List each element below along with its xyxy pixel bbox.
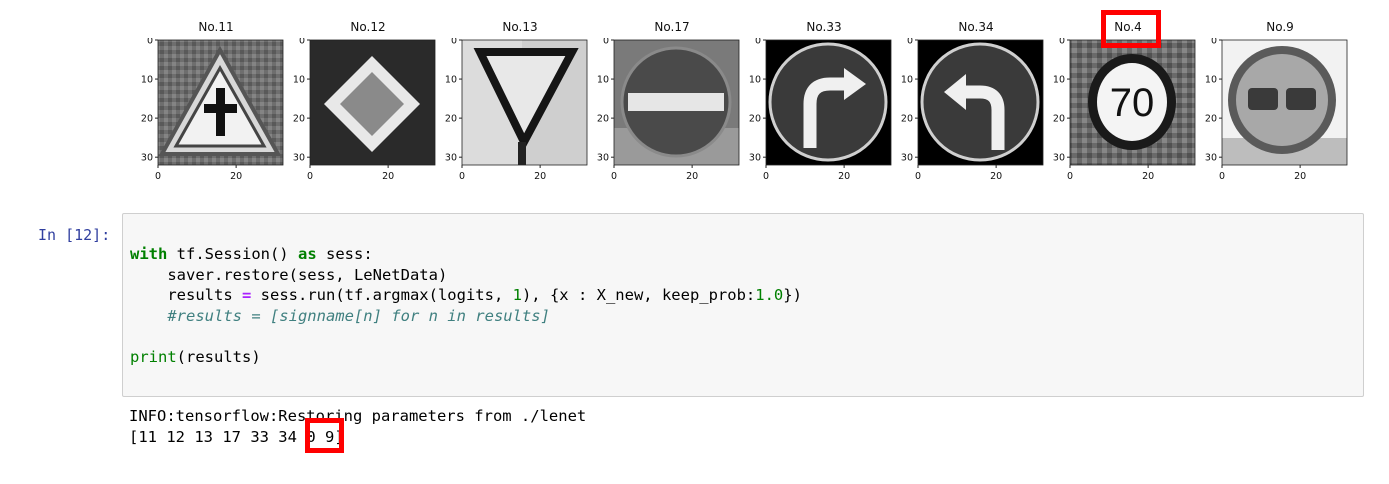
y-tick-label: 0 [603, 38, 609, 47]
x-tick-label: 20 [382, 171, 394, 182]
x-tick-label: 20 [990, 171, 1002, 182]
x-tick-label: 0 [915, 171, 921, 182]
y-tick-label: 0 [1211, 38, 1217, 47]
y-tick-label: 20 [597, 114, 609, 125]
code-line: saver.restore(sess, LeNetData) [130, 265, 448, 284]
y-tick-label: 10 [445, 75, 457, 86]
y-tick-label: 20 [901, 114, 913, 125]
y-tick-label: 30 [1205, 153, 1217, 164]
cell-prompt: In [12]: [38, 226, 111, 244]
x-tick-label: 0 [459, 171, 465, 182]
y-tick-label: 20 [1053, 114, 1065, 125]
y-tick-label: 20 [445, 114, 457, 125]
y-tick-label: 30 [141, 153, 153, 164]
sign-plot: 01020300 20 [1205, 38, 1348, 182]
y-tick-label: 0 [451, 38, 457, 47]
x-tick-label: 20 [838, 171, 850, 182]
y-tick-label: 10 [1205, 75, 1217, 86]
builtin: print [130, 347, 177, 366]
x-tick-label: 0 [1219, 171, 1225, 182]
y-tick-label: 0 [299, 38, 305, 47]
panel-title: No.13 [502, 20, 538, 34]
sign-plot: 01020300 20 [749, 38, 892, 182]
y-tick-label: 10 [597, 75, 609, 86]
x-tick-label: 0 [1067, 171, 1073, 182]
speed-limit-label: 70 [1110, 81, 1155, 125]
y-tick-label: 30 [597, 153, 609, 164]
y-tick-label: 30 [901, 153, 913, 164]
panel-title: No.34 [958, 20, 994, 34]
y-tick-label: 20 [749, 114, 761, 125]
panel-title: No.33 [806, 20, 842, 34]
title-highlight-box [1101, 10, 1161, 48]
panel-no34: No.34 0 10 20 30 0 20 [900, 0, 1052, 190]
y-tick-label: 10 [293, 75, 305, 86]
panel-title: No.12 [350, 20, 386, 34]
y-tick-label: 30 [293, 153, 305, 164]
x-tick-label: 0 [611, 171, 617, 182]
code-comment: #results = [signname[n] for n in results… [130, 306, 550, 325]
panel-no11: No.11 0 10 20 30 0 20 [140, 0, 292, 190]
y-tick-label: 20 [141, 114, 153, 125]
y-tick-label: 0 [147, 38, 153, 47]
x-tick-label: 0 [307, 171, 313, 182]
y-tick-label: 10 [749, 75, 761, 86]
panel-no12: No.12 0 10 20 30 0 20 [292, 0, 444, 190]
x-tick-label: 0 [763, 171, 769, 182]
cell-output: INFO:tensorflow:Restoring parameters fro… [129, 407, 587, 446]
sign-plot: 70 01020300 20 [1053, 38, 1196, 182]
panel-no13: No.13 0 10 20 30 0 20 [444, 0, 596, 190]
panel-title: No.11 [198, 20, 234, 34]
x-tick-label: 20 [230, 171, 242, 182]
keyword: with [130, 245, 168, 263]
code-cell[interactable]: with tf.Session() as sess: saver.restore… [122, 213, 1364, 397]
sign-plot: 01020300 20 [597, 38, 740, 182]
x-tick-label: 20 [534, 171, 546, 182]
sign-plot: 01020300 20 [445, 38, 588, 182]
x-tick-label: 20 [1142, 171, 1154, 182]
output-highlight-box [305, 418, 344, 453]
y-tick-label: 20 [293, 114, 305, 125]
y-tick-label: 10 [1053, 75, 1065, 86]
panel-title: No.17 [654, 20, 690, 34]
y-tick-label: 20 [1205, 114, 1217, 125]
panel-title: No.9 [1266, 20, 1294, 34]
panel-no33: No.33 0 10 20 30 0 20 [748, 0, 900, 190]
turn-right-sign-icon [768, 42, 888, 162]
y-tick-label: 30 [1053, 153, 1065, 164]
sign-plot: 01020300 20 [141, 38, 284, 182]
panel-no17: No.17 0 10 20 30 0 20 [596, 0, 748, 190]
y-tick-label: 10 [141, 75, 153, 86]
y-tick-label: 0 [755, 38, 761, 47]
y-tick-label: 30 [749, 153, 761, 164]
y-tick-label: 10 [901, 75, 913, 86]
x-tick-label: 20 [1294, 171, 1306, 182]
x-tick-label: 20 [686, 171, 698, 182]
panel-no9: No.9 0 10 20 30 0 20 [1204, 0, 1356, 190]
y-tick-label: 30 [445, 153, 457, 164]
sign-plot: 01020300 20 [293, 38, 436, 182]
turn-left-sign-icon [920, 42, 1040, 162]
x-tick-label: 0 [155, 171, 161, 182]
y-tick-label: 0 [907, 38, 913, 47]
code-editor[interactable]: with tf.Session() as sess: saver.restore… [130, 244, 802, 367]
sign-plot: 01020300 20 [901, 38, 1044, 182]
output-line: INFO:tensorflow:Restoring parameters fro… [129, 407, 587, 425]
y-tick-label: 0 [1059, 38, 1065, 47]
